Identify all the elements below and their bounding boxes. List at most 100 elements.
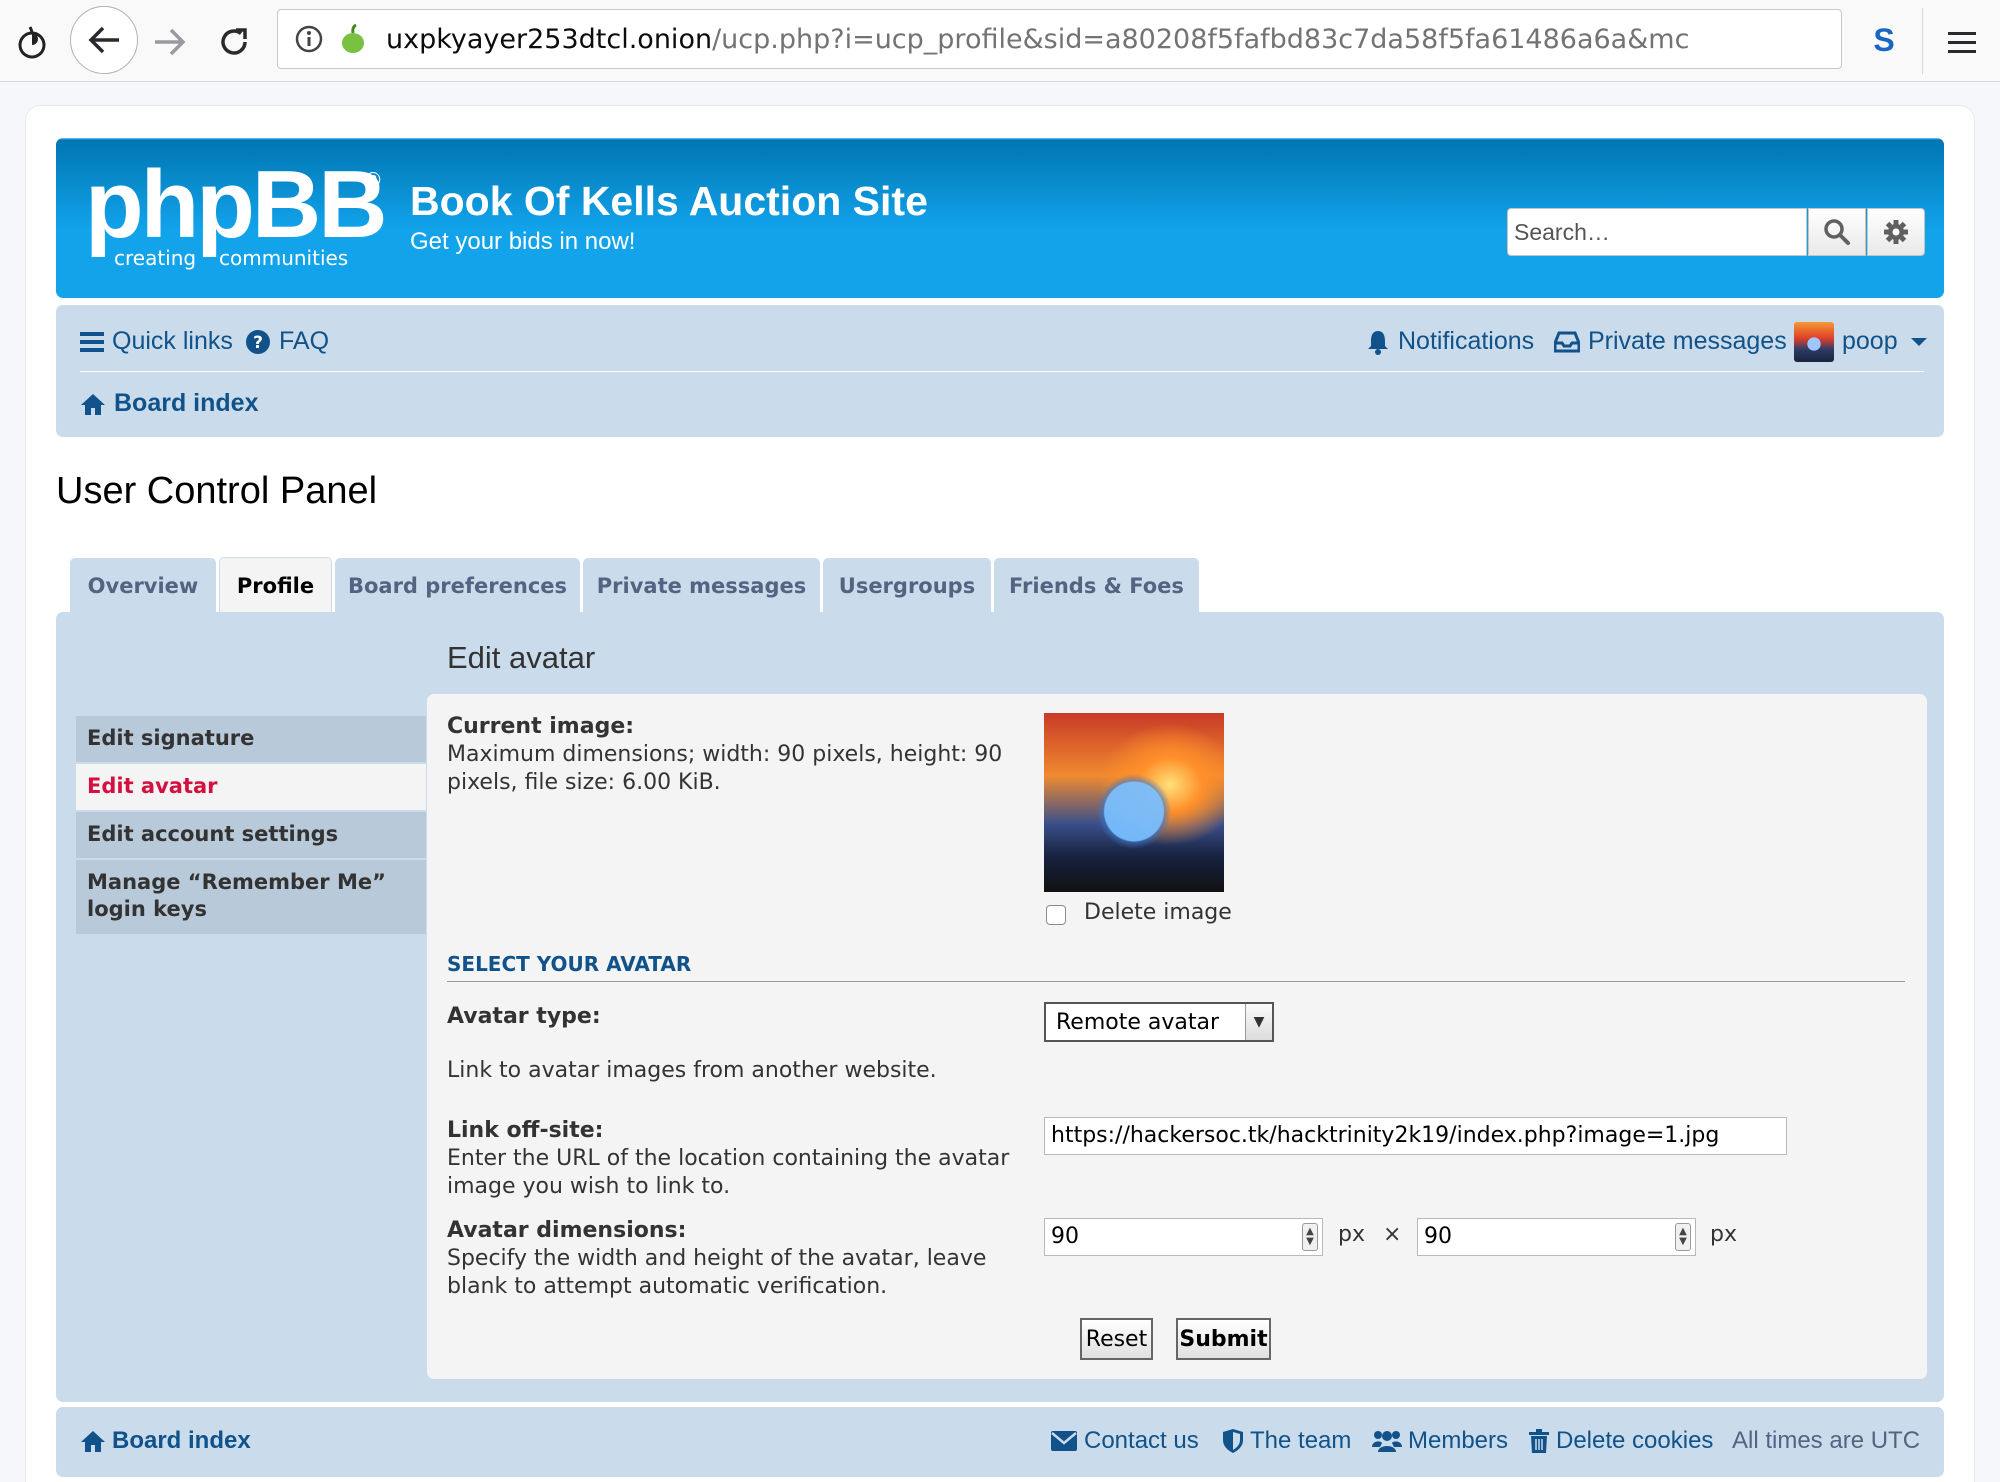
svg-text:?: ? (253, 333, 263, 353)
legend-divider (447, 981, 1905, 982)
logo-tagline-right: communities (219, 246, 349, 270)
tab-profile[interactable]: Profile (219, 557, 332, 614)
tab-overview[interactable]: Overview (70, 558, 216, 613)
notifications-link[interactable]: Notifications (1366, 327, 1534, 356)
tab-label: Private messages (596, 573, 807, 598)
private-messages-label: Private messages (1588, 327, 1787, 355)
contact-us-label: Contact us (1084, 1427, 1199, 1454)
tab-board-preferences[interactable]: Board preferences (335, 558, 580, 613)
browser-toolbar: uxpkyayer253dtcl.onion/ucp.php?i=ucp_pro… (0, 0, 2000, 82)
hamburger-menu-icon[interactable] (1940, 20, 1984, 64)
url-host: uxpkyayer253dtcl.onion (386, 24, 713, 55)
forward-button[interactable] (148, 20, 192, 64)
tab-label: Friends & Foes (1009, 573, 1184, 598)
faq-link[interactable]: ? FAQ (245, 327, 329, 356)
footer-board-index[interactable]: Board index (80, 1427, 251, 1455)
tab-usergroups[interactable]: Usergroups (823, 558, 991, 613)
width-unit: px (1338, 1222, 1365, 1247)
trash-icon (1529, 1429, 1549, 1453)
height-stepper-icon[interactable]: ▲ ▼ (1675, 1223, 1691, 1251)
back-button[interactable] (70, 6, 138, 74)
avatar-height-input[interactable]: 90 (1417, 1218, 1696, 1256)
user-avatar[interactable] (1794, 322, 1834, 362)
current-image-label: Current image: (447, 714, 635, 739)
avatar-type-label: Avatar type: (447, 1004, 601, 1029)
tab-label: Usergroups (838, 573, 976, 598)
logo-tagline-left: creating (114, 246, 197, 270)
reload-button[interactable] (212, 20, 256, 64)
height-unit: px (1710, 1222, 1737, 1247)
notifications-label: Notifications (1398, 327, 1535, 355)
the-team-label: The team (1250, 1427, 1352, 1454)
search-icon (1824, 219, 1850, 245)
logo-registered-mark: ® (363, 168, 383, 192)
board-index-label: Board index (114, 389, 259, 417)
inbox-icon (1554, 331, 1580, 352)
sidebar-item-edit-signature[interactable]: Edit signature (76, 716, 426, 762)
private-messages-link[interactable]: Private messages (1554, 327, 1787, 356)
times-symbol: × (1383, 1222, 1402, 1247)
reset-button[interactable]: Reset (1080, 1318, 1153, 1360)
quick-links-menu[interactable]: Quick links (80, 327, 233, 356)
envelope-icon (1051, 1431, 1077, 1451)
site-logo[interactable]: phpBB (85, 157, 388, 253)
width-stepper-icon[interactable]: ▲ ▼ (1302, 1223, 1318, 1251)
avatar-url-input[interactable]: https://hackersoc.tk/hacktrinity2k19/ind… (1044, 1117, 1787, 1155)
search-button[interactable] (1808, 208, 1866, 256)
delete-image-checkbox[interactable] (1046, 905, 1066, 925)
users-group-icon (1372, 1431, 1402, 1452)
username: poop (1842, 327, 1898, 355)
the-team-link[interactable]: The team (1222, 1427, 1351, 1455)
delete-image-label[interactable]: Delete image (1084, 899, 1232, 927)
link-offsite-label: Link off-site: (447, 1118, 604, 1143)
sidebar-item-label: Edit avatar (87, 774, 218, 798)
sidebar-item-label: Edit signature (87, 726, 255, 750)
current-avatar-image (1044, 713, 1224, 892)
delete-cookies-link[interactable]: Delete cookies (1528, 1427, 1713, 1455)
url-fade (1838, 10, 1841, 68)
tor-onion-icon[interactable] (10, 20, 54, 64)
sidebar-item-edit-avatar[interactable]: Edit avatar (76, 764, 426, 810)
home-icon (81, 393, 105, 415)
site-description: Get your bids in now! (410, 228, 636, 255)
panel-title: Edit avatar (447, 640, 596, 675)
tab-private-messages[interactable]: Private messages (583, 558, 820, 613)
url-path: /ucp.php?i=ucp_profile&sid=a80208f5fafbd… (712, 24, 1690, 55)
page-title: User Control Panel (56, 470, 378, 512)
members-label: Members (1408, 1427, 1509, 1454)
site-title: Book Of Kells Auction Site (410, 178, 928, 224)
bell-icon (1368, 330, 1388, 355)
gear-icon (1884, 220, 1908, 244)
advanced-search-button[interactable] (1867, 208, 1925, 256)
question-circle-icon: ? (246, 329, 270, 354)
tab-friends-foes[interactable]: Friends & Foes (994, 558, 1199, 613)
chevron-down-icon[interactable]: ▼ (1245, 1004, 1272, 1040)
hamburger-icon (80, 331, 104, 352)
breadcrumb-board-index[interactable]: Board index (80, 389, 258, 418)
search-input[interactable]: Search… (1507, 208, 1807, 256)
delete-cookies-label: Delete cookies (1556, 1427, 1714, 1454)
user-menu[interactable]: poop (1842, 327, 1936, 356)
caret-down-icon (1910, 337, 1927, 346)
submit-button[interactable]: Submit (1176, 1318, 1271, 1360)
sidebar-item-label: Edit account settings (87, 822, 339, 846)
avatar-type-select[interactable]: Remote avatar (1044, 1002, 1274, 1042)
url-bar[interactable]: uxpkyayer253dtcl.onion/ucp.php?i=ucp_pro… (277, 9, 1842, 69)
shield-icon (1223, 1429, 1243, 1453)
footer-board-index-label: Board index (112, 1427, 251, 1454)
sidebar-item-remember-me-keys[interactable]: Manage “Remember Me” login keys (76, 860, 426, 934)
avatar-dimensions-label: Avatar dimensions: (447, 1218, 687, 1243)
tab-label: Profile (236, 574, 315, 598)
noscript-s-icon[interactable]: S (1862, 18, 1906, 62)
toolbar-divider (1922, 8, 1923, 74)
contact-us-link[interactable]: Contact us (1050, 1427, 1199, 1455)
sidebar-item-label: Manage “Remember Me” login keys (87, 870, 386, 921)
timezone-text: All times are UTC (1732, 1427, 1921, 1454)
link-offsite-explain: Enter the URL of the location containing… (447, 1146, 1010, 1199)
faq-label: FAQ (279, 327, 330, 355)
info-icon[interactable] (292, 22, 326, 56)
members-link[interactable]: Members (1372, 1427, 1508, 1455)
select-avatar-legend: SELECT YOUR AVATAR (447, 952, 692, 976)
sidebar-item-edit-account-settings[interactable]: Edit account settings (76, 812, 426, 858)
avatar-width-input[interactable]: 90 (1044, 1218, 1323, 1256)
